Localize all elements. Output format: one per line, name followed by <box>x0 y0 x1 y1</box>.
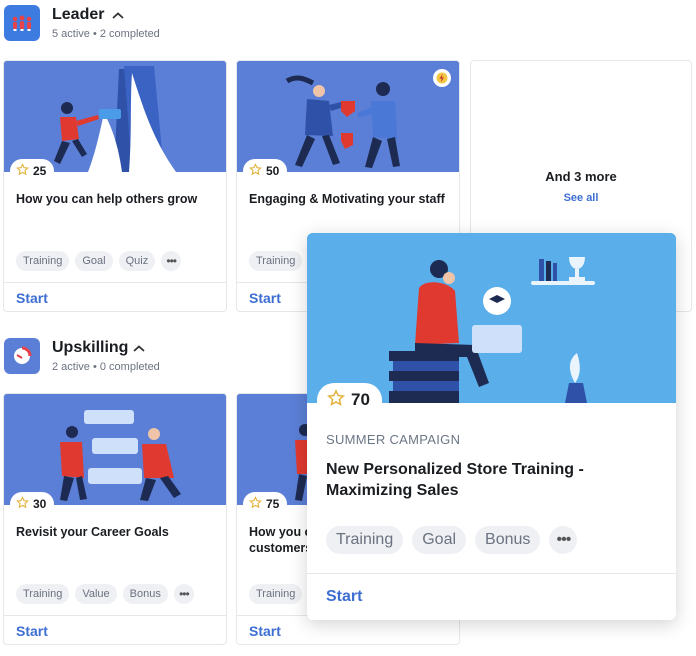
tag-list: Training Goal Quiz ••• <box>16 251 182 271</box>
more-label: And 3 more <box>545 169 617 184</box>
points-value: 75 <box>266 497 280 511</box>
start-button[interactable]: Start <box>16 623 48 639</box>
points-badge: 25 <box>10 159 55 183</box>
card-title: Revisit your Career Goals <box>16 525 169 539</box>
tag: Training <box>326 526 404 554</box>
section-subtitle: 2 active • 0 completed <box>52 361 160 373</box>
star-icon <box>16 163 29 179</box>
section-subtitle: 5 active • 2 completed <box>52 28 160 40</box>
tag-list: Training Goal Bonus ••• <box>326 526 578 554</box>
chevron-up-icon[interactable] <box>132 344 146 354</box>
course-image <box>4 394 226 505</box>
tag: Training <box>16 584 70 604</box>
section-title: Upskilling <box>52 339 129 356</box>
tag-list: Training <box>249 251 303 271</box>
chevron-up-icon[interactable] <box>111 11 125 21</box>
star-icon <box>249 163 262 179</box>
star-icon <box>327 388 345 412</box>
card-title: Engaging & Motivating your staff <box>249 192 445 206</box>
more-tags-button[interactable]: ••• <box>549 526 578 554</box>
tag: Goal <box>412 526 467 554</box>
more-tags-button[interactable]: ••• <box>161 251 182 271</box>
course-image <box>307 233 676 403</box>
lightning-icon <box>433 69 451 87</box>
course-image <box>4 61 226 172</box>
divider <box>307 573 676 574</box>
card-title: New Personalized Store Training - Maximi… <box>326 461 584 499</box>
tag: Value <box>75 584 117 604</box>
tag-list: Training Value Bonus ••• <box>16 584 194 604</box>
section-title: Leader <box>52 6 105 23</box>
start-button[interactable]: Start <box>249 623 281 639</box>
divider <box>4 615 226 616</box>
tag: Training <box>249 251 303 271</box>
tag: Quiz <box>118 251 156 271</box>
start-button[interactable]: Start <box>249 290 281 306</box>
upskilling-icon <box>4 338 40 374</box>
start-button[interactable]: Start <box>326 588 362 606</box>
course-card[interactable]: 30 Revisit your Career Goals Training Va… <box>3 393 227 645</box>
start-button[interactable]: Start <box>16 290 48 306</box>
tag: Bonus <box>475 526 541 554</box>
star-icon <box>16 496 29 512</box>
tag: Goal <box>75 251 113 271</box>
campaign-label: SUMMER CAMPAIGN <box>326 432 461 447</box>
tag: Bonus <box>122 584 168 604</box>
points-value: 50 <box>266 164 280 178</box>
points-badge: 75 <box>243 492 288 516</box>
course-card[interactable]: 25 How you can help others grow Training… <box>3 60 227 312</box>
tag-list: Training <box>249 584 303 604</box>
star-icon <box>249 496 262 512</box>
points-badge: 30 <box>10 492 55 516</box>
see-all-link[interactable]: See all <box>471 192 691 204</box>
divider <box>4 282 226 283</box>
points-value: 70 <box>351 390 370 409</box>
points-value: 25 <box>33 164 47 178</box>
expanded-course-card[interactable]: 70 SUMMER CAMPAIGN New Personalized Stor… <box>307 233 676 620</box>
more-tags-button[interactable]: ••• <box>173 584 194 604</box>
points-badge: 70 <box>317 383 382 417</box>
leader-icon <box>4 5 40 41</box>
tag: Training <box>16 251 70 271</box>
section-leader: Leader 5 active • 2 completed <box>0 0 696 50</box>
card-title: How you can help others grow <box>16 192 198 206</box>
course-image <box>237 61 459 172</box>
tag: Training <box>249 584 303 604</box>
points-badge: 50 <box>243 159 288 183</box>
points-value: 30 <box>33 497 47 511</box>
